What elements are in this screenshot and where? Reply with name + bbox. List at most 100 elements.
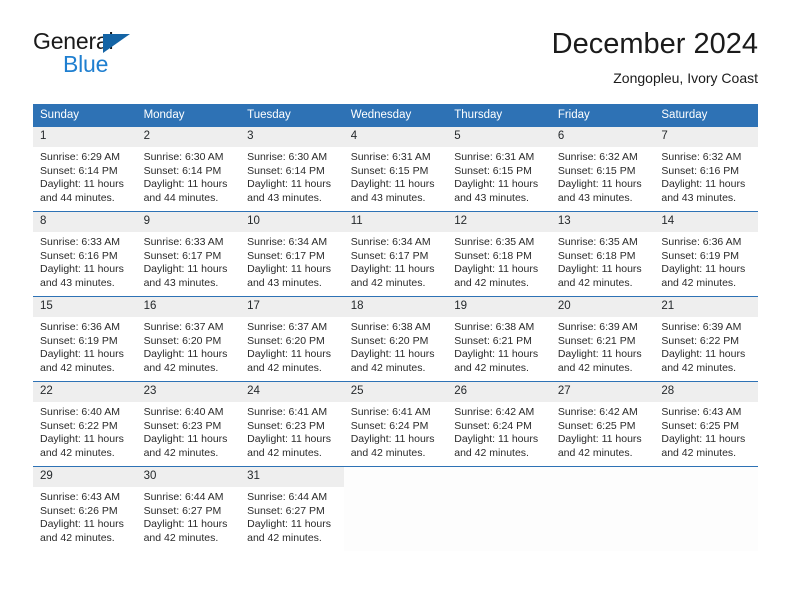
calendar-day-cell[interactable]: 11 Sunrise: 6:34 AM Sunset: 6:17 PM Dayligh… xyxy=(343,211,448,297)
day-number: 25 xyxy=(343,382,448,402)
calendar-day-cell[interactable]: 27 Sunrise: 6:42 AM Sunset: 6:25 PM Dayligh… xyxy=(550,381,655,467)
daylight-text-line2: and 43 minutes. xyxy=(350,191,426,204)
daylight-text-line1: Daylight: 11 hours xyxy=(247,518,331,531)
calendar-day-cell[interactable]: 14 Sunrise: 6:36 AM Sunset: 6:19 PM Dayligh… xyxy=(654,211,758,297)
weekday-header-monday: Monday xyxy=(136,104,241,127)
day-details: Sunrise: 6:39 AM Sunset: 6:21 PM Daylight:… xyxy=(551,317,655,375)
day-number: 29 xyxy=(33,467,137,487)
calendar-day-cell[interactable]: 24 Sunrise: 6:41 AM Sunset: 6:23 PM Dayligh… xyxy=(240,381,344,467)
sunset-text: Sunset: 6:14 PM xyxy=(143,164,222,177)
calendar-day-cell[interactable]: 13 Sunrise: 6:35 AM Sunset: 6:18 PM Dayligh… xyxy=(550,211,655,297)
day-details: Sunrise: 6:34 AM Sunset: 6:17 PM Daylight:… xyxy=(344,232,448,290)
calendar-day-cell[interactable]: 17 Sunrise: 6:37 AM Sunset: 6:20 PM Dayligh… xyxy=(240,296,344,382)
daylight-text-line2: and 42 minutes. xyxy=(557,446,633,459)
sunset-text: Sunset: 6:17 PM xyxy=(350,249,429,262)
calendar-header-row: Sunday Monday Tuesday Wednesday Thursday… xyxy=(33,104,758,127)
day-details: Sunrise: 6:35 AM Sunset: 6:18 PM Daylight:… xyxy=(551,232,655,290)
calendar-week-row: 1 Sunrise: 6:29 AM Sunset: 6:14 PM Daylight… xyxy=(33,126,758,212)
daylight-text-line1: Daylight: 11 hours xyxy=(143,518,228,531)
calendar-day-cell[interactable]: 3 Sunrise: 6:30 AM Sunset: 6:14 PM Daylight… xyxy=(240,126,344,212)
calendar-day-cell[interactable]: 28 Sunrise: 6:43 AM Sunset: 6:25 PM Dayligh… xyxy=(654,381,758,467)
calendar-cell-empty xyxy=(550,466,655,551)
day-number: 7 xyxy=(654,127,758,147)
day-number: 28 xyxy=(654,382,758,402)
calendar-day-cell[interactable]: 19 Sunrise: 6:38 AM Sunset: 6:21 PM Dayligh… xyxy=(447,296,551,382)
sunset-text: Sunset: 6:23 PM xyxy=(143,419,222,432)
calendar-table: Sunday Monday Tuesday Wednesday Thursday… xyxy=(33,104,758,551)
calendar-day-cell[interactable]: 8 Sunrise: 6:33 AM Sunset: 6:16 PM Daylight… xyxy=(33,211,137,297)
sunrise-text: Sunrise: 6:34 AM xyxy=(247,236,328,248)
day-details: Sunrise: 6:31 AM Sunset: 6:15 PM Daylight:… xyxy=(447,147,551,205)
weekday-header-sunday: Sunday xyxy=(33,104,137,127)
sunset-text: Sunset: 6:17 PM xyxy=(247,249,325,262)
calendar-day-cell[interactable]: 31 Sunrise: 6:44 AM Sunset: 6:27 PM Dayligh… xyxy=(240,466,344,551)
daylight-text-line2: and 43 minutes. xyxy=(143,276,219,289)
sunrise-text: Sunrise: 6:37 AM xyxy=(247,321,328,333)
day-details: Sunrise: 6:36 AM Sunset: 6:19 PM Daylight:… xyxy=(654,232,758,290)
sunrise-text: Sunrise: 6:44 AM xyxy=(143,491,224,503)
calendar-day-cell[interactable]: 2 Sunrise: 6:30 AM Sunset: 6:14 PM Daylight… xyxy=(136,126,241,212)
daylight-text-line2: and 42 minutes. xyxy=(350,446,426,459)
daylight-text-line1: Daylight: 11 hours xyxy=(40,348,124,361)
weekday-header-thursday: Thursday xyxy=(447,104,551,127)
day-details: Sunrise: 6:33 AM Sunset: 6:16 PM Daylight:… xyxy=(33,232,137,290)
calendar-week-row: 15 Sunrise: 6:36 AM Sunset: 6:19 PM Dayligh… xyxy=(33,296,758,382)
day-details: Sunrise: 6:44 AM Sunset: 6:27 PM Daylight:… xyxy=(137,487,241,545)
calendar-day-cell[interactable]: 15 Sunrise: 6:36 AM Sunset: 6:19 PM Dayligh… xyxy=(33,296,137,382)
calendar-day-cell[interactable]: 18 Sunrise: 6:38 AM Sunset: 6:20 PM Dayligh… xyxy=(343,296,448,382)
calendar-day-cell[interactable]: 9 Sunrise: 6:33 AM Sunset: 6:17 PM Daylight… xyxy=(136,211,241,297)
general-blue-logo[interactable]: General Blue xyxy=(33,26,253,86)
calendar-day-cell[interactable]: 20 Sunrise: 6:39 AM Sunset: 6:21 PM Dayligh… xyxy=(550,296,655,382)
daylight-text-line1: Daylight: 11 hours xyxy=(661,263,746,276)
calendar-page: General Blue December 2024 Zongopleu, Iv… xyxy=(0,0,792,612)
day-number: 15 xyxy=(33,297,137,317)
calendar-day-cell[interactable]: 5 Sunrise: 6:31 AM Sunset: 6:15 PM Daylight… xyxy=(447,126,551,212)
day-number: 4 xyxy=(343,127,448,147)
day-number: 2 xyxy=(136,127,241,147)
calendar-day-cell[interactable]: 12 Sunrise: 6:35 AM Sunset: 6:18 PM Dayligh… xyxy=(447,211,551,297)
calendar-day-cell[interactable]: 25 Sunrise: 6:41 AM Sunset: 6:24 PM Dayligh… xyxy=(343,381,448,467)
sunset-text: Sunset: 6:20 PM xyxy=(143,334,222,347)
sunset-text: Sunset: 6:27 PM xyxy=(247,504,325,517)
calendar-day-cell[interactable]: 23 Sunrise: 6:40 AM Sunset: 6:23 PM Dayligh… xyxy=(136,381,241,467)
calendar-day-cell[interactable]: 6 Sunrise: 6:32 AM Sunset: 6:15 PM Daylight… xyxy=(550,126,655,212)
sunset-text: Sunset: 6:22 PM xyxy=(661,334,740,347)
day-number: 21 xyxy=(654,297,758,317)
calendar-day-cell[interactable]: 4 Sunrise: 6:31 AM Sunset: 6:15 PM Daylight… xyxy=(343,126,448,212)
calendar-day-cell[interactable]: 30 Sunrise: 6:44 AM Sunset: 6:27 PM Dayligh… xyxy=(136,466,241,551)
page-title: December 2024 xyxy=(551,28,758,60)
calendar-day-cell[interactable]: 1 Sunrise: 6:29 AM Sunset: 6:14 PM Daylight… xyxy=(33,126,137,212)
daylight-text-line2: and 42 minutes. xyxy=(454,276,529,289)
calendar-day-cell[interactable]: 16 Sunrise: 6:37 AM Sunset: 6:20 PM Dayligh… xyxy=(136,296,241,382)
sunset-text: Sunset: 6:18 PM xyxy=(454,249,532,262)
weekday-header-saturday: Saturday xyxy=(654,104,758,127)
day-number: 5 xyxy=(447,127,551,147)
day-number: 18 xyxy=(343,297,448,317)
daylight-text-line1: Daylight: 11 hours xyxy=(247,433,331,446)
calendar-day-cell[interactable]: 29 Sunrise: 6:43 AM Sunset: 6:26 PM Dayligh… xyxy=(33,466,137,551)
day-details: Sunrise: 6:37 AM Sunset: 6:20 PM Daylight:… xyxy=(137,317,241,375)
day-details: Sunrise: 6:42 AM Sunset: 6:25 PM Daylight:… xyxy=(551,402,655,460)
sunrise-text: Sunrise: 6:32 AM xyxy=(661,151,742,163)
sunset-text: Sunset: 6:23 PM xyxy=(247,419,325,432)
page-header: General Blue December 2024 Zongopleu, Iv… xyxy=(33,26,758,94)
day-number: 12 xyxy=(447,212,551,232)
day-details: Sunrise: 6:30 AM Sunset: 6:14 PM Daylight:… xyxy=(137,147,241,205)
day-details: Sunrise: 6:40 AM Sunset: 6:22 PM Daylight:… xyxy=(33,402,137,460)
daylight-text-line1: Daylight: 11 hours xyxy=(40,433,124,446)
day-number: 27 xyxy=(550,382,655,402)
day-details: Sunrise: 6:34 AM Sunset: 6:17 PM Daylight:… xyxy=(240,232,344,290)
calendar-body: 1 Sunrise: 6:29 AM Sunset: 6:14 PM Daylight… xyxy=(33,126,758,551)
daylight-text-line1: Daylight: 11 hours xyxy=(40,518,124,531)
calendar-day-cell[interactable]: 10 Sunrise: 6:34 AM Sunset: 6:17 PM Dayligh… xyxy=(240,211,344,297)
sunset-text: Sunset: 6:27 PM xyxy=(143,504,222,517)
sunrise-text: Sunrise: 6:42 AM xyxy=(557,406,638,418)
sunset-text: Sunset: 6:19 PM xyxy=(40,334,118,347)
day-number xyxy=(654,467,758,474)
calendar-day-cell[interactable]: 26 Sunrise: 6:42 AM Sunset: 6:24 PM Dayligh… xyxy=(447,381,551,467)
sunset-text: Sunset: 6:24 PM xyxy=(454,419,532,432)
sunset-text: Sunset: 6:17 PM xyxy=(143,249,222,262)
calendar-day-cell[interactable]: 22 Sunrise: 6:40 AM Sunset: 6:22 PM Dayligh… xyxy=(33,381,137,467)
calendar-day-cell[interactable]: 21 Sunrise: 6:39 AM Sunset: 6:22 PM Dayligh… xyxy=(654,296,758,382)
calendar-day-cell[interactable]: 7 Sunrise: 6:32 AM Sunset: 6:16 PM Daylight… xyxy=(654,126,758,212)
